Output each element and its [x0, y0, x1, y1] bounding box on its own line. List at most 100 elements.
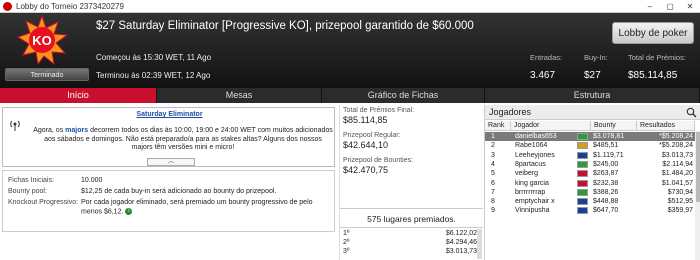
- scroll-thumb[interactable]: [696, 132, 700, 202]
- bounty-pool-value: $42.470,75: [343, 165, 389, 175]
- bounty-pool-label: Prizepool de Bounties:: [343, 157, 414, 164]
- player-result: $2.114,94: [662, 160, 693, 168]
- col-rank[interactable]: Rank: [485, 121, 511, 130]
- prize-scrollbar[interactable]: [477, 229, 482, 259]
- regular-pool-label: Prizepool Regular:: [343, 132, 401, 139]
- player-name: veiberg: [515, 170, 538, 178]
- player-rank: 2: [491, 142, 495, 150]
- country-flag-icon: [577, 179, 588, 187]
- player-result: $1.041,57: [661, 179, 693, 187]
- minimize-button[interactable]: –: [640, 0, 660, 13]
- player-row[interactable]: 3 Leeheyjones $1.119,71 $3.013,73: [485, 151, 695, 160]
- player-row[interactable]: 8 emptychair x $448,88 $512,95: [485, 197, 695, 206]
- prize-place: 2º: [343, 239, 350, 246]
- player-result: *$5.208,24: [659, 133, 693, 140]
- player-result: $730,94: [667, 188, 693, 196]
- prize-column: Total de Prémios Final: $85.114,85 Prize…: [339, 105, 483, 260]
- news-text-start: Agora, os: [33, 127, 66, 134]
- info-icon[interactable]: i: [125, 207, 133, 215]
- players-scrollbar[interactable]: [695, 131, 700, 260]
- maximize-button[interactable]: ▢: [660, 0, 680, 13]
- ko-logo-text: KO: [32, 33, 52, 48]
- player-row[interactable]: 1 danielbas653 $3.078,81 *$5.208,24: [485, 132, 695, 141]
- tab-chip-chart[interactable]: Gráfico de Fichas: [322, 88, 485, 103]
- player-row[interactable]: 2 Rabe1064 $485,51 *$5.208,24: [485, 141, 695, 150]
- player-rank: 7: [491, 188, 495, 196]
- player-name: Leeheyjones: [515, 151, 555, 159]
- player-name: king garcia: [515, 179, 549, 187]
- player-rank: 1: [491, 133, 495, 140]
- entries-label: Entradas:: [530, 53, 563, 62]
- player-bounty: $388,26: [593, 188, 619, 196]
- prize-row: 1º $6.122,02: [340, 230, 483, 238]
- country-flag-icon: [577, 207, 588, 215]
- player-bounty: $647,70: [593, 207, 619, 215]
- final-prize-label: Total de Prémios Final:: [343, 107, 415, 114]
- poker-lobby-button[interactable]: Lobby de poker: [612, 22, 694, 44]
- progressive-ko-label: Knockout Progressivo:: [8, 199, 79, 206]
- player-result: $359,97: [667, 207, 693, 215]
- country-flag-icon: [577, 198, 588, 206]
- country-flag-icon: [577, 160, 588, 168]
- player-result: $1.484,20: [661, 170, 693, 178]
- player-bounty: $245,00: [593, 160, 619, 168]
- starting-chips-label: Fichas Iniciais:: [8, 177, 54, 184]
- tab-bar: Início Mesas Gráfico de Fichas Estrutura: [0, 88, 700, 103]
- progressive-ko-text: Por cada jogador eliminado, será premiad…: [81, 199, 313, 215]
- players-table-header: Rank Jogador Bounty Resultados: [485, 121, 695, 131]
- prize-place: 3º: [343, 248, 350, 255]
- search-icon[interactable]: [686, 107, 697, 118]
- buyin-value: $27: [584, 70, 601, 81]
- news-title-link[interactable]: Saturday Eliminator: [3, 111, 336, 118]
- news-text: Agora, os majors decorrem todos os dias …: [33, 127, 333, 153]
- country-flag-icon: [577, 133, 588, 140]
- tab-home[interactable]: Início: [0, 88, 157, 103]
- majors-link[interactable]: majors: [65, 127, 88, 134]
- player-row[interactable]: 7 brrrrrrrrap $388,26 $730,94: [485, 188, 695, 197]
- player-bounty: $1.119,71: [593, 151, 624, 159]
- status-badge: Terminado: [5, 68, 89, 81]
- country-flag-icon: [577, 151, 588, 159]
- buyin-label: Buy-In:: [584, 53, 608, 62]
- player-rank: 9: [491, 207, 495, 215]
- window-title: Lobby do Torneio 2373420279: [16, 2, 124, 11]
- player-row[interactable]: 9 Vinnipusha $647,70 $359,97: [485, 206, 695, 215]
- player-rank: 3: [491, 151, 495, 159]
- prize-place: 1º: [343, 230, 350, 237]
- col-player[interactable]: Jogador: [511, 121, 591, 130]
- player-row[interactable]: 6 king garcia $232,38 $1.041,57: [485, 179, 695, 188]
- ko-logo-icon: KO: [16, 15, 68, 65]
- country-flag-icon: [577, 170, 588, 178]
- player-rank: 4: [491, 160, 495, 168]
- total-prizes-value: $85.114,85: [628, 70, 678, 81]
- col-results[interactable]: Resultados: [637, 121, 695, 130]
- tournament-title: $27 Saturday Eliminator [Progressive KO]…: [96, 20, 474, 32]
- players-panel-title: Jogadores: [485, 105, 700, 120]
- collapse-news-button[interactable]: ︿: [147, 158, 195, 166]
- prize-amount: $4.294,46: [445, 239, 477, 246]
- bounty-pool-value: $12,25 de cada buy-in será adicionado ao…: [81, 188, 277, 195]
- player-result: $512,95: [667, 198, 693, 206]
- player-name: emptychair x: [515, 198, 555, 206]
- col-bounty[interactable]: Bounty: [591, 121, 637, 130]
- player-name: Vinnipusha: [515, 207, 550, 215]
- tournament-header: KO Terminado $27 Saturday Eliminator [Pr…: [0, 13, 700, 88]
- player-bounty: $448,88: [593, 198, 619, 206]
- player-row[interactable]: 4 8partacus $245,00 $2.114,94: [485, 160, 695, 169]
- country-flag-icon: [577, 142, 588, 150]
- prize-amount: $6.122,02: [445, 230, 477, 237]
- player-bounty: $232,38: [593, 179, 619, 187]
- players-panel: Jogadores Rank Jogador Bounty Resultados…: [484, 105, 700, 260]
- tab-tables[interactable]: Mesas: [157, 88, 322, 103]
- prize-amount: $3.013,73: [445, 248, 477, 255]
- players-title: Jogadores: [489, 107, 532, 117]
- regular-pool-value: $42.644,10: [343, 140, 389, 150]
- player-row[interactable]: 5 veiberg $263,87 $1.484,20: [485, 169, 695, 178]
- player-name: brrrrrrrrap: [515, 188, 546, 196]
- prize-row: 3º $3.013,73: [340, 248, 483, 256]
- bounty-pool-label: Bounty pool:: [8, 188, 47, 195]
- tab-structure[interactable]: Estrutura: [485, 88, 700, 103]
- close-button[interactable]: ✕: [680, 0, 700, 13]
- news-panel: Saturday Eliminator Agora, os majors dec…: [2, 107, 335, 167]
- country-flag-icon: [577, 188, 588, 196]
